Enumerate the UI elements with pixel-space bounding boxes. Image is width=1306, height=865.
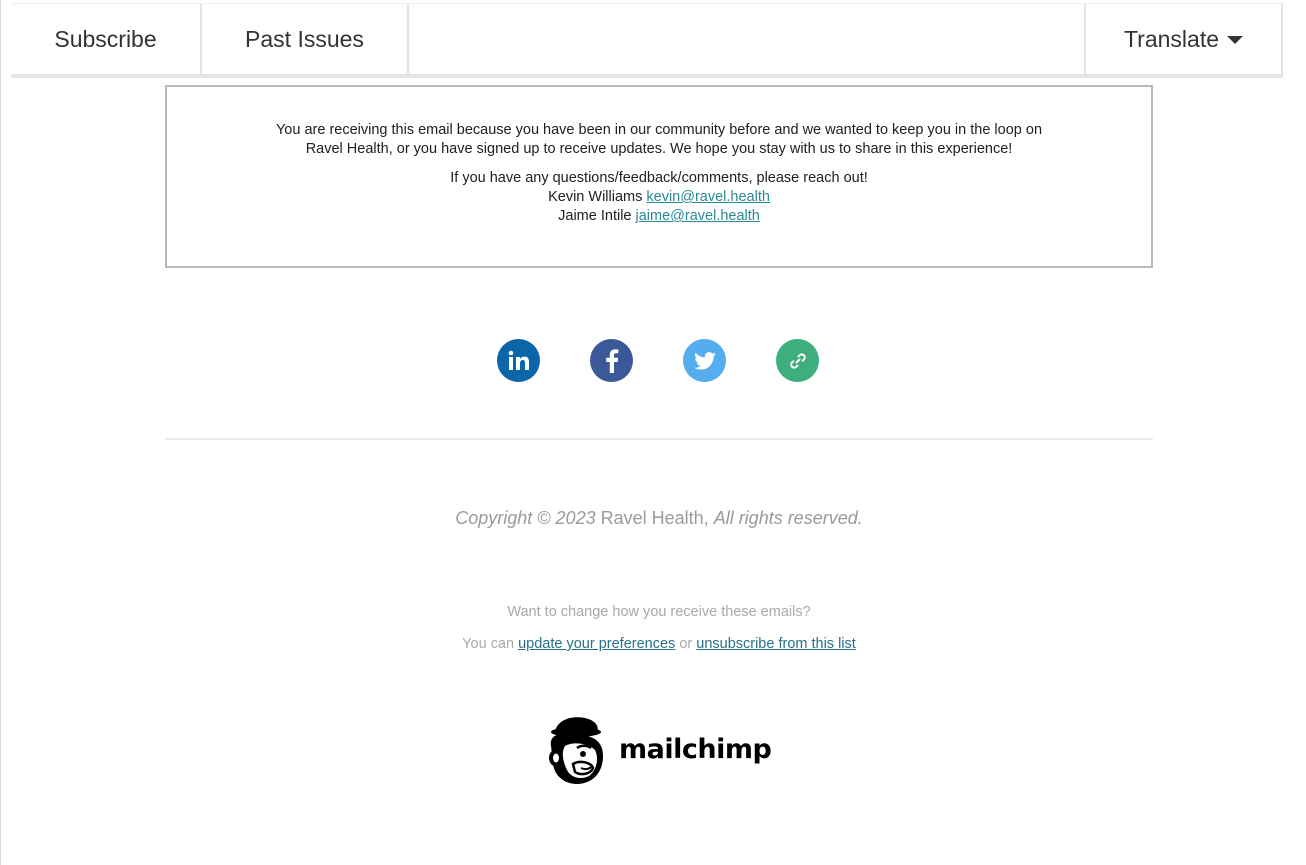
preferences-line: You can update your preferences or unsub… — [165, 636, 1153, 652]
facebook-link[interactable] — [590, 339, 633, 382]
copyright-prefix: Copyright © 2023 — [455, 508, 596, 528]
twitter-icon — [693, 351, 716, 370]
unsubscribe-link[interactable]: unsubscribe from this list — [696, 636, 856, 652]
nav-spacer — [409, 4, 1086, 74]
or-text: or — [679, 636, 693, 652]
update-preferences-link[interactable]: update your preferences — [518, 636, 675, 652]
email-page: Subscribe Past Issues Translate You are … — [0, 0, 1306, 865]
contact-kevin-email-link[interactable]: kevin@ravel.health — [646, 189, 770, 205]
translate-label: Translate — [1123, 25, 1220, 52]
facebook-icon — [605, 348, 618, 373]
notice-line-1: You are receiving this email because you… — [275, 122, 1043, 138]
linkedin-link[interactable] — [497, 339, 540, 382]
rights-text: All rights reserved. — [713, 508, 863, 528]
contact-jaime-email-link[interactable]: jaime@ravel.health — [636, 208, 760, 224]
mailchimp-wordmark: mailchimp — [619, 733, 772, 765]
change-emails-question: Want to change how you receive these ema… — [507, 604, 811, 620]
contact-kevin-name: Kevin Williams — [548, 189, 643, 205]
mailchimp-freddie-icon — [549, 717, 603, 784]
copyright-text: Copyright © 2023 Ravel Health, All right… — [165, 508, 1153, 529]
translate-dropdown[interactable]: Translate — [1086, 4, 1281, 74]
footer-divider — [165, 438, 1153, 440]
notice-box: You are receiving this email because you… — [165, 85, 1153, 268]
linkedin-icon — [508, 350, 529, 370]
contact-jaime: Jaime Intile jaime@ravel.health — [167, 207, 1151, 226]
website-link[interactable] — [776, 339, 819, 382]
social-links — [497, 339, 819, 382]
top-nav-bar: Subscribe Past Issues Translate — [11, 3, 1283, 78]
you-can-text: You can — [462, 636, 515, 652]
subscribe-label: Subscribe — [54, 25, 157, 52]
notice-line-2: Ravel Health, or you have signed up to r… — [305, 141, 1013, 157]
caret-down-icon — [1227, 36, 1244, 44]
contact-jaime-name: Jaime Intile — [558, 208, 632, 224]
contact-kevin: Kevin Williams kevin@ravel.health — [167, 188, 1151, 207]
notice-line-3: If you have any questions/feedback/comme… — [450, 170, 868, 186]
twitter-link[interactable] — [683, 339, 726, 382]
past-issues-tab[interactable]: Past Issues — [202, 4, 409, 74]
subscribe-tab[interactable]: Subscribe — [11, 4, 202, 74]
link-icon — [789, 352, 806, 369]
company-name: Ravel Health, — [600, 508, 709, 528]
past-issues-label: Past Issues — [245, 25, 364, 52]
mailchimp-logo[interactable]: mailchimp — [541, 712, 772, 786]
